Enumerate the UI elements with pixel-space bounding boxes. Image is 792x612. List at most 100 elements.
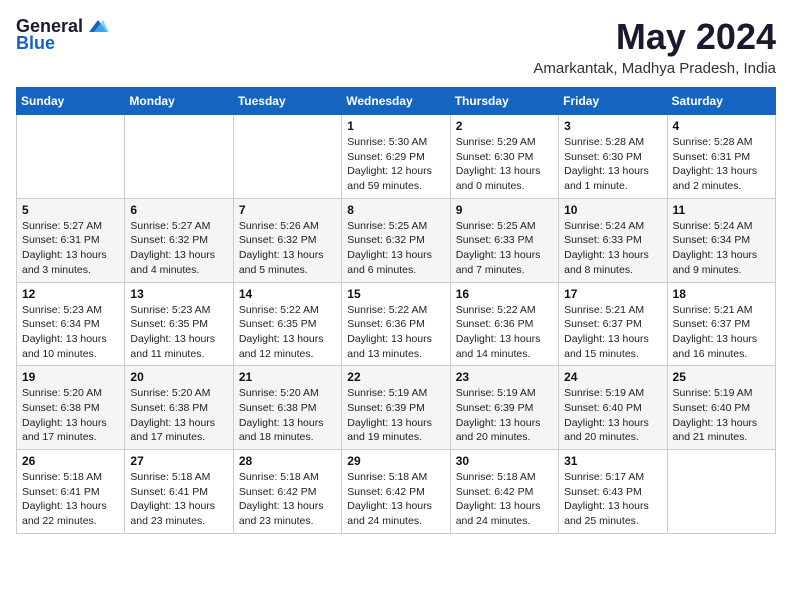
day-info: Sunrise: 5:30 AM Sunset: 6:29 PM Dayligh… [347,135,444,194]
header-cell-saturday: Saturday [667,88,775,115]
day-info: Sunrise: 5:18 AM Sunset: 6:41 PM Dayligh… [130,470,227,529]
day-number: 28 [239,454,336,468]
day-number: 11 [673,203,770,217]
day-number: 14 [239,287,336,301]
day-cell-10: 10Sunrise: 5:24 AM Sunset: 6:33 PM Dayli… [559,198,667,282]
day-info: Sunrise: 5:21 AM Sunset: 6:37 PM Dayligh… [564,303,661,362]
day-info: Sunrise: 5:18 AM Sunset: 6:41 PM Dayligh… [22,470,119,529]
day-number: 8 [347,203,444,217]
day-info: Sunrise: 5:22 AM Sunset: 6:35 PM Dayligh… [239,303,336,362]
day-info: Sunrise: 5:20 AM Sunset: 6:38 PM Dayligh… [130,386,227,445]
empty-cell [17,115,125,199]
calendar-table: SundayMondayTuesdayWednesdayThursdayFrid… [16,87,776,534]
header-cell-monday: Monday [125,88,233,115]
day-cell-30: 30 Sunrise: 5:18 AM Sunset: 6:42 PM Dayli… [450,450,558,534]
day-number: 22 [347,370,444,384]
day-cell-19: 19 Sunrise: 5:20 AM Sunset: 6:38 PM Dayli… [17,366,125,450]
day-info: Sunrise: 5:28 AM Sunset: 6:31 PM Dayligh… [673,135,770,194]
header-row: SundayMondayTuesdayWednesdayThursdayFrid… [17,88,776,115]
day-cell-7: 7 Sunrise: 5:26 AM Sunset: 6:32 PM Daylig… [233,198,341,282]
day-number: 16 [456,287,553,301]
day-cell-17: 17 Sunrise: 5:21 AM Sunset: 6:37 PM Dayli… [559,282,667,366]
day-number: 1 [347,119,444,133]
empty-cell [667,450,775,534]
day-cell-9: 9Sunrise: 5:25 AM Sunset: 6:33 PM Daylig… [450,198,558,282]
day-info: Sunrise: 5:24 AM Sunset: 6:34 PM Dayligh… [673,219,770,278]
week-row-1: 1 Sunrise: 5:30 AM Sunset: 6:29 PM Daylig… [17,115,776,199]
day-cell-28: 28 Sunrise: 5:18 AM Sunset: 6:42 PM Dayli… [233,450,341,534]
day-info: Sunrise: 5:21 AM Sunset: 6:37 PM Dayligh… [673,303,770,362]
day-info: Sunrise: 5:23 AM Sunset: 6:35 PM Dayligh… [130,303,227,362]
day-number: 31 [564,454,661,468]
day-info: Sunrise: 5:26 AM Sunset: 6:32 PM Dayligh… [239,219,336,278]
location-title: Amarkantak, Madhya Pradesh, India [533,60,776,77]
day-number: 27 [130,454,227,468]
day-cell-22: 22 Sunrise: 5:19 AM Sunset: 6:39 PM Dayli… [342,366,450,450]
header-cell-tuesday: Tuesday [233,88,341,115]
day-cell-5: 5Sunrise: 5:27 AM Sunset: 6:31 PM Daylig… [17,198,125,282]
day-info: Sunrise: 5:22 AM Sunset: 6:36 PM Dayligh… [456,303,553,362]
day-number: 25 [673,370,770,384]
day-info: Sunrise: 5:27 AM Sunset: 6:32 PM Dayligh… [130,219,227,278]
day-info: Sunrise: 5:18 AM Sunset: 6:42 PM Dayligh… [456,470,553,529]
logo: General Blue [16,16,109,54]
day-info: Sunrise: 5:20 AM Sunset: 6:38 PM Dayligh… [239,386,336,445]
day-info: Sunrise: 5:25 AM Sunset: 6:33 PM Dayligh… [456,219,553,278]
calendar-header: SundayMondayTuesdayWednesdayThursdayFrid… [17,88,776,115]
header-cell-thursday: Thursday [450,88,558,115]
day-number: 4 [673,119,770,133]
title-section: May 2024 Amarkantak, Madhya Pradesh, Ind… [533,16,776,77]
header-cell-sunday: Sunday [17,88,125,115]
logo-icon [87,18,109,36]
day-info: Sunrise: 5:18 AM Sunset: 6:42 PM Dayligh… [347,470,444,529]
day-number: 23 [456,370,553,384]
day-cell-8: 8 Sunrise: 5:25 AM Sunset: 6:32 PM Daylig… [342,198,450,282]
day-number: 21 [239,370,336,384]
day-info: Sunrise: 5:19 AM Sunset: 6:39 PM Dayligh… [456,386,553,445]
empty-cell [233,115,341,199]
day-number: 17 [564,287,661,301]
day-info: Sunrise: 5:19 AM Sunset: 6:39 PM Dayligh… [347,386,444,445]
day-cell-11: 11 Sunrise: 5:24 AM Sunset: 6:34 PM Dayli… [667,198,775,282]
day-cell-20: 20 Sunrise: 5:20 AM Sunset: 6:38 PM Dayli… [125,366,233,450]
header-cell-wednesday: Wednesday [342,88,450,115]
day-number: 6 [130,203,227,217]
day-info: Sunrise: 5:28 AM Sunset: 6:30 PM Dayligh… [564,135,661,194]
day-number: 30 [456,454,553,468]
day-info: Sunrise: 5:19 AM Sunset: 6:40 PM Dayligh… [673,386,770,445]
day-number: 26 [22,454,119,468]
day-cell-31: 31 Sunrise: 5:17 AM Sunset: 6:43 PM Dayli… [559,450,667,534]
day-cell-25: 25 Sunrise: 5:19 AM Sunset: 6:40 PM Dayli… [667,366,775,450]
day-cell-29: 29 Sunrise: 5:18 AM Sunset: 6:42 PM Dayli… [342,450,450,534]
day-info: Sunrise: 5:23 AM Sunset: 6:34 PM Dayligh… [22,303,119,362]
day-number: 12 [22,287,119,301]
day-number: 20 [130,370,227,384]
month-title: May 2024 [533,16,776,58]
day-cell-13: 13Sunrise: 5:23 AM Sunset: 6:35 PM Dayli… [125,282,233,366]
week-row-3: 12 Sunrise: 5:23 AM Sunset: 6:34 PM Dayli… [17,282,776,366]
day-number: 24 [564,370,661,384]
day-number: 10 [564,203,661,217]
day-info: Sunrise: 5:18 AM Sunset: 6:42 PM Dayligh… [239,470,336,529]
day-cell-21: 21 Sunrise: 5:20 AM Sunset: 6:38 PM Dayli… [233,366,341,450]
day-info: Sunrise: 5:22 AM Sunset: 6:36 PM Dayligh… [347,303,444,362]
day-cell-14: 14 Sunrise: 5:22 AM Sunset: 6:35 PM Dayli… [233,282,341,366]
week-row-5: 26 Sunrise: 5:18 AM Sunset: 6:41 PM Dayli… [17,450,776,534]
day-number: 3 [564,119,661,133]
logo-blue: Blue [16,33,55,54]
day-cell-6: 6 Sunrise: 5:27 AM Sunset: 6:32 PM Daylig… [125,198,233,282]
day-number: 7 [239,203,336,217]
day-info: Sunrise: 5:17 AM Sunset: 6:43 PM Dayligh… [564,470,661,529]
day-info: Sunrise: 5:25 AM Sunset: 6:32 PM Dayligh… [347,219,444,278]
week-row-2: 5Sunrise: 5:27 AM Sunset: 6:31 PM Daylig… [17,198,776,282]
header-cell-friday: Friday [559,88,667,115]
day-number: 5 [22,203,119,217]
day-cell-16: 16 Sunrise: 5:22 AM Sunset: 6:36 PM Dayli… [450,282,558,366]
day-info: Sunrise: 5:20 AM Sunset: 6:38 PM Dayligh… [22,386,119,445]
day-cell-4: 4 Sunrise: 5:28 AM Sunset: 6:31 PM Daylig… [667,115,775,199]
page-header: General Blue May 2024 Amarkantak, Madhya… [16,16,776,77]
day-number: 15 [347,287,444,301]
day-number: 19 [22,370,119,384]
calendar-body: 1 Sunrise: 5:30 AM Sunset: 6:29 PM Daylig… [17,115,776,534]
day-number: 29 [347,454,444,468]
